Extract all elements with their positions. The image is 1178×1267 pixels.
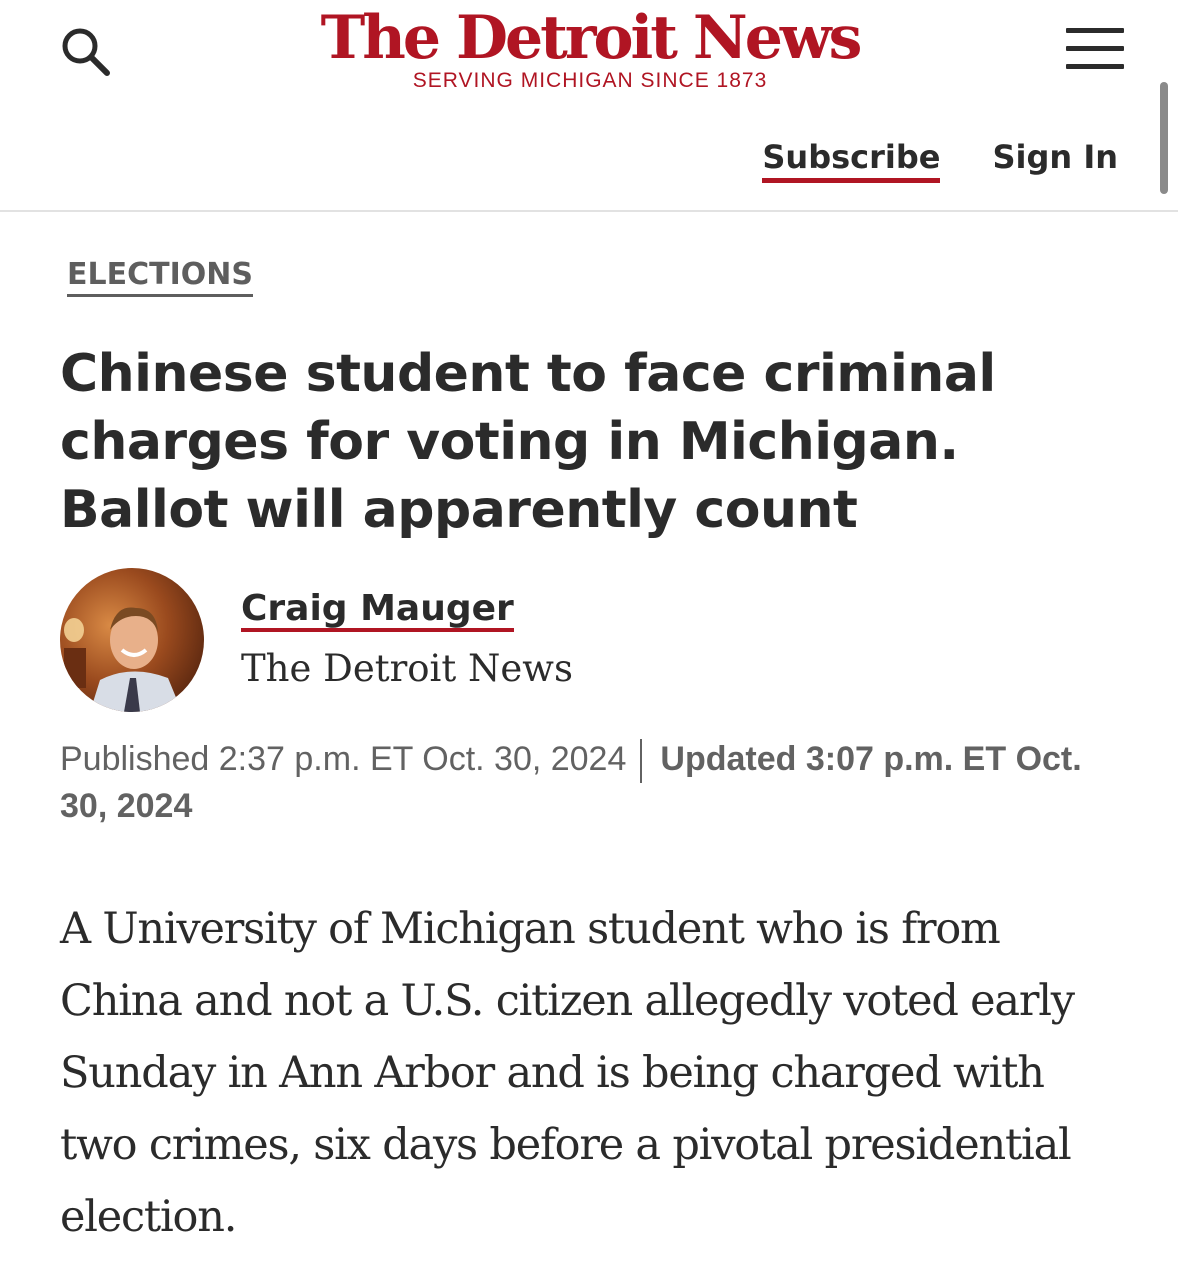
hamburger-menu-icon <box>1066 28 1124 69</box>
site-logo[interactable]: The Detroit News SERVING MICHIGAN SINCE … <box>300 2 880 92</box>
brand-name: The Detroit News <box>320 3 863 73</box>
date-separator <box>640 739 643 784</box>
published-date: Published 2:37 p.m. ET Oct. 30, 2024 <box>60 740 627 778</box>
sign-in-link[interactable]: Sign In <box>992 138 1118 176</box>
section-link[interactable]: ELECTIONS <box>67 258 253 297</box>
author-photo <box>60 568 204 712</box>
dateline: Published 2:37 p.m. ET Oct. 30, 2024 Upda… <box>60 736 1120 829</box>
author-name-link[interactable]: Craig Mauger <box>241 590 514 632</box>
author-avatar[interactable] <box>60 568 204 712</box>
search-icon <box>62 28 110 76</box>
search-button[interactable] <box>58 24 114 80</box>
scrollbar[interactable] <box>1160 82 1168 194</box>
author-organization: The Detroit News <box>241 647 573 690</box>
subscribe-link[interactable]: Subscribe <box>762 138 941 183</box>
article-lead-paragraph: A University of Michigan student who is … <box>60 904 1075 1242</box>
menu-button[interactable] <box>1066 28 1124 72</box>
site-header: The Detroit News SERVING MICHIGAN SINCE … <box>0 0 1178 212</box>
account-links: Subscribe Sign In <box>762 138 1118 183</box>
headline: Chinese student to face criminal charges… <box>60 344 996 540</box>
